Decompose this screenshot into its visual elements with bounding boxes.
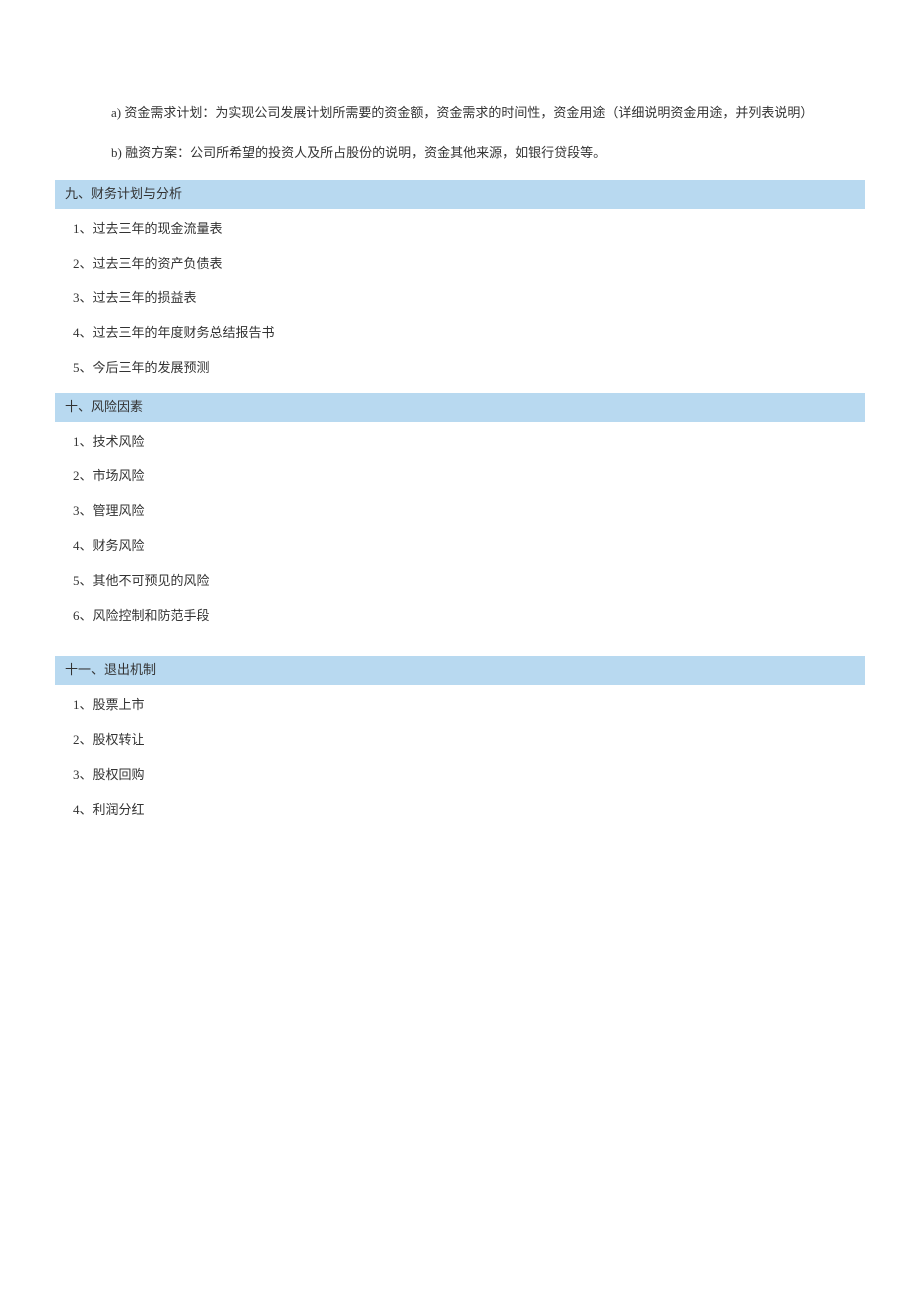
section-header-10: 十、风险因素 <box>55 393 865 422</box>
item-list-10: 1、技术风险 2、市场风险 3、管理风险 4、财务风险 5、其他不可预见的风险 … <box>55 432 865 627</box>
item-list-9: 1、过去三年的现金流量表 2、过去三年的资产负债表 3、过去三年的损益表 4、过… <box>55 219 865 379</box>
list-item: 3、管理风险 <box>73 501 865 522</box>
document-content: a) 资金需求计划：为实现公司发展计划所需要的资金额，资金需求的时间性，资金用途… <box>0 0 920 820</box>
intro-line-b: b) 融资方案：公司所希望的投资人及所占股份的说明，资金其他来源，如银行贷段等。 <box>55 140 865 166</box>
list-item: 2、市场风险 <box>73 466 865 487</box>
spacer <box>55 640 865 654</box>
item-list-11: 1、股票上市 2、股权转让 3、股权回购 4、利润分红 <box>55 695 865 820</box>
section-header-11: 十一、退出机制 <box>55 656 865 685</box>
section-header-9: 九、财务计划与分析 <box>55 180 865 209</box>
list-item: 3、股权回购 <box>73 765 865 786</box>
list-item: 1、技术风险 <box>73 432 865 453</box>
list-item: 1、股票上市 <box>73 695 865 716</box>
intro-line-a: a) 资金需求计划：为实现公司发展计划所需要的资金额，资金需求的时间性，资金用途… <box>55 100 865 126</box>
list-item: 2、股权转让 <box>73 730 865 751</box>
list-item: 1、过去三年的现金流量表 <box>73 219 865 240</box>
list-item: 4、财务风险 <box>73 536 865 557</box>
list-item: 4、过去三年的年度财务总结报告书 <box>73 323 865 344</box>
list-item: 3、过去三年的损益表 <box>73 288 865 309</box>
list-item: 5、今后三年的发展预测 <box>73 358 865 379</box>
list-item: 6、风险控制和防范手段 <box>73 606 865 627</box>
list-item: 5、其他不可预见的风险 <box>73 571 865 592</box>
list-item: 4、利润分红 <box>73 800 865 821</box>
list-item: 2、过去三年的资产负债表 <box>73 254 865 275</box>
